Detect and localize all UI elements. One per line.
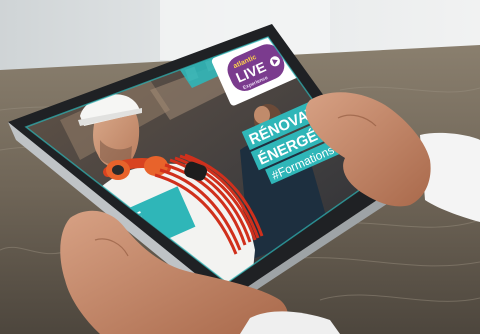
photo-scene: EE UT atlantic LIVE Experience RÉNOVATIO… — [0, 0, 480, 334]
tablet-photo: EE UT atlantic LIVE Experience RÉNOVATIO… — [0, 0, 480, 334]
